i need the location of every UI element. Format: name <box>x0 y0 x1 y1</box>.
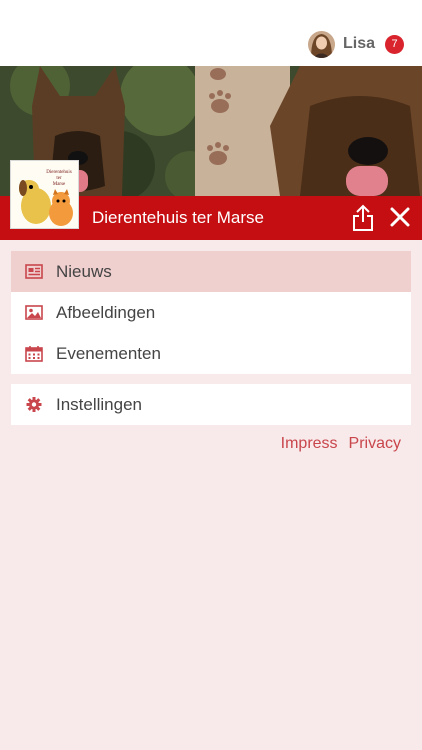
image-icon <box>25 305 43 320</box>
menu-item-instellingen[interactable]: Instellingen <box>11 384 411 425</box>
main-menu: Nieuws Afbeeldingen Evenementen <box>11 251 411 374</box>
menu-item-label: Afbeeldingen <box>56 303 156 322</box>
share-button[interactable] <box>351 204 375 232</box>
svg-text:Dierentehuis: Dierentehuis <box>46 170 72 175</box>
svg-text:Marse: Marse <box>53 182 66 187</box>
newspaper-icon <box>25 264 43 279</box>
impress-link[interactable]: Impress <box>281 435 338 453</box>
menu-item-evenementen[interactable]: Evenementen <box>11 333 411 374</box>
privacy-link[interactable]: Privacy <box>349 435 401 453</box>
gear-icon <box>26 397 42 412</box>
user-name[interactable]: Lisa <box>343 35 375 53</box>
menu-item-nieuws[interactable]: Nieuws <box>11 251 411 292</box>
close-button[interactable] <box>387 204 413 230</box>
menu-item-label: Instellingen <box>56 395 143 414</box>
footer-links: Impress Privacy <box>270 435 401 453</box>
share-icon <box>353 204 373 231</box>
user-avatar[interactable] <box>307 30 335 58</box>
top-bar: Lisa 7 <box>0 0 422 66</box>
calendar-icon <box>25 346 43 362</box>
page-title: Dierentehuis ter Marse <box>92 208 264 227</box>
menu-item-label: Nieuws <box>56 262 112 281</box>
menu-item-label: Evenementen <box>56 344 161 363</box>
close-icon <box>390 207 410 227</box>
settings-menu: Instellingen <box>11 384 411 425</box>
svg-text:ter: ter <box>56 176 62 181</box>
user-account[interactable]: Lisa 7 <box>307 30 404 58</box>
shelter-logo: Dierentehuis ter Marse <box>10 160 79 229</box>
notification-badge[interactable]: 7 <box>385 34 404 54</box>
menu-item-afbeeldingen[interactable]: Afbeeldingen <box>11 292 411 333</box>
